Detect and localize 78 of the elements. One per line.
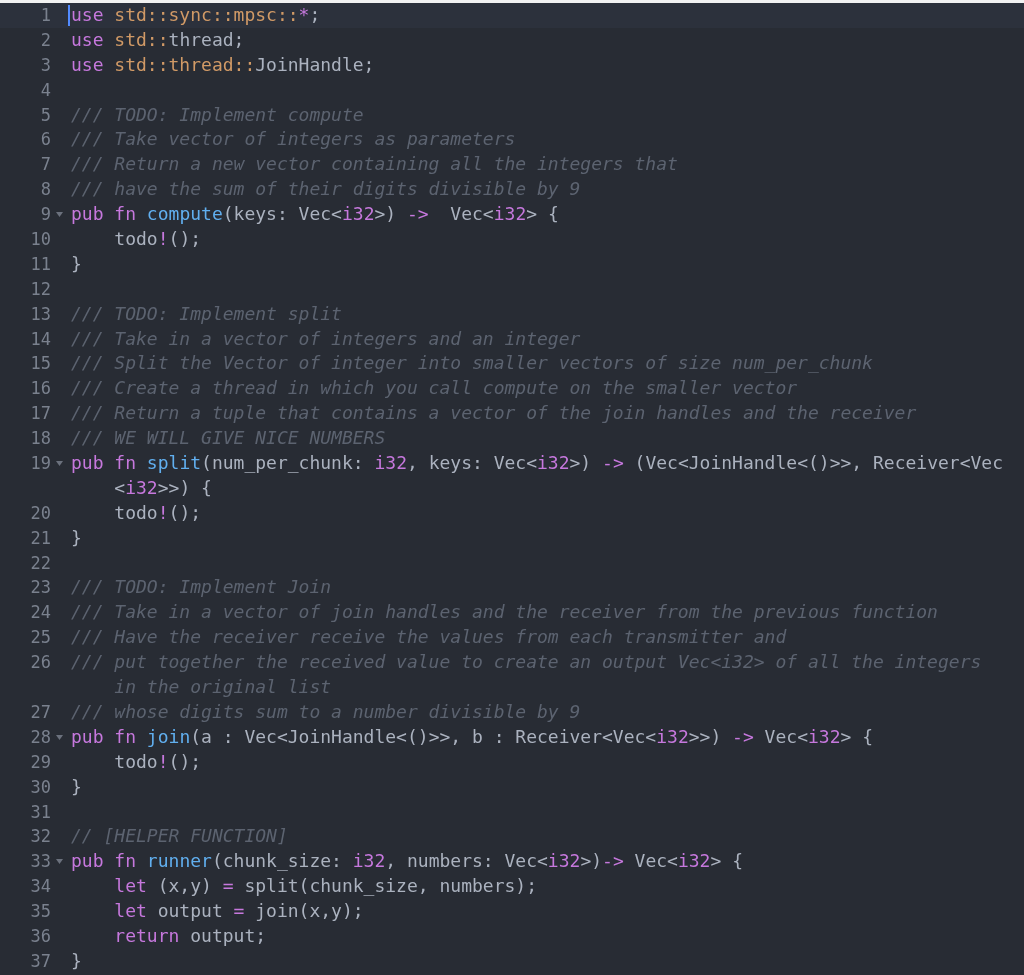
code-line: /// Return a tuple that contains a vector of the join handles and the receiver (71, 401, 917, 426)
line-number: 12 (29, 277, 51, 301)
line-number: 33 (29, 850, 51, 874)
code-line: } (71, 948, 82, 973)
code-line: pub fn runner(chunk_size: i32, numbers: Vec<i32>)-> Vec<i32> { (71, 849, 743, 874)
line-number: 32 (29, 825, 51, 849)
code-line: in the original list (114, 675, 332, 700)
code-line: /// have the sum of their digits divisible by 9 (71, 177, 581, 202)
fold-arrow-icon[interactable] (56, 212, 63, 218)
line-number: 27 (29, 700, 51, 724)
code-line: use std::sync::mpsc::*; (71, 3, 321, 27)
code-line: /// Take in a vector of join handles and the receiver from the previous function (71, 600, 938, 625)
code-line: } (71, 525, 82, 550)
line-number: 7 (39, 153, 51, 177)
line-number: 25 (29, 626, 51, 650)
code-line: /// TODO: Implement Join (71, 575, 332, 600)
code-line: todo!(); (113, 500, 202, 525)
code-line: return output; (113, 923, 267, 948)
line-number: 10 (29, 228, 51, 251)
line-number: 9 (39, 203, 51, 227)
line-number: 13 (29, 302, 51, 326)
line-number: 29 (29, 750, 51, 774)
line-number: 26 (29, 651, 51, 675)
code-line: let (x,y) = split(chunk_size, numbers); (113, 874, 537, 899)
code-line: /// Take in a vector of integers and an integer (71, 326, 581, 351)
code-line: /// Have the receiver receive the values from each transmitter and (71, 625, 787, 650)
code-line: pub fn split(num_per_chunk: i32, keys: Vec<i32>) -> (Vec<JoinHandle<()>>, Receiver<Vec (71, 451, 1004, 476)
line-number: 21 (29, 526, 51, 550)
line-number: 1 (39, 4, 51, 27)
line-number: 28 (29, 725, 51, 749)
code-line: } (71, 774, 82, 799)
text-cursor (68, 5, 70, 26)
code-line: /// put together the received value to create an output Vec<i32> of all the integers (71, 650, 982, 675)
line-number: 18 (29, 427, 51, 451)
line-number: 6 (39, 128, 51, 152)
line-number: 15 (29, 352, 51, 376)
code-line: let output = join(x,y); (113, 899, 364, 924)
code-line: /// WE WILL GIVE NICE NUMBERS (71, 426, 386, 451)
fold-arrow-icon[interactable] (56, 734, 63, 740)
line-number: 19 (29, 452, 51, 476)
code-editor[interactable] (0, 3, 1024, 975)
line-number: 2 (39, 28, 51, 52)
line-number: 34 (29, 875, 51, 899)
code-line: /// whose digits sum to a number divisible by 9 (71, 699, 581, 724)
code-line: /// Take vector of integers as parameters (71, 127, 516, 152)
line-number: 24 (29, 601, 51, 625)
code-line: /// TODO: Implement compute (71, 102, 364, 127)
fold-arrow-icon[interactable] (56, 859, 63, 865)
code-line: pub fn join(a : Vec<JoinHandle<()>>, b : Receiver<Vec<i32>>) -> Vec<i32> { (71, 724, 873, 749)
code-line: todo!(); (113, 227, 202, 251)
code-line: todo!(); (113, 749, 202, 774)
line-number: 35 (29, 900, 51, 924)
code-line: // [HELPER FUNCTION] (71, 824, 288, 849)
line-number: 4 (39, 78, 51, 102)
code-line: use std::thread::JoinHandle; (71, 52, 375, 77)
code-line: use std::thread; (71, 27, 245, 52)
line-number: 3 (39, 53, 51, 77)
line-number: 8 (39, 178, 51, 202)
code-line: <i32>>) { (114, 475, 212, 500)
line-number: 20 (29, 501, 51, 525)
code-line: /// Return a new vector containing all the integers that (71, 152, 678, 177)
code-line: /// TODO: Implement split (71, 301, 342, 326)
line-number: 16 (29, 377, 51, 401)
code-line: } (71, 251, 82, 276)
code-line: /// Split the Vector of integer into smaller vectors of size num_per_chunk (71, 351, 873, 376)
line-number: 14 (29, 327, 51, 351)
line-number: 36 (29, 924, 51, 948)
line-number: 5 (39, 103, 51, 127)
fold-arrow-icon[interactable] (56, 460, 63, 466)
code-line: pub fn compute(keys: Vec<i32>) -> Vec<i32> { (71, 202, 559, 227)
code-line: /// Create a thread in which you call compute on the smaller vector (71, 376, 798, 401)
line-number: 37 (29, 949, 51, 973)
line-number: 30 (29, 775, 51, 799)
line-number: 11 (29, 252, 51, 276)
line-number: 23 (29, 576, 51, 600)
line-number: 22 (29, 551, 51, 575)
line-number: 17 (29, 402, 51, 426)
line-number: 31 (29, 800, 51, 824)
